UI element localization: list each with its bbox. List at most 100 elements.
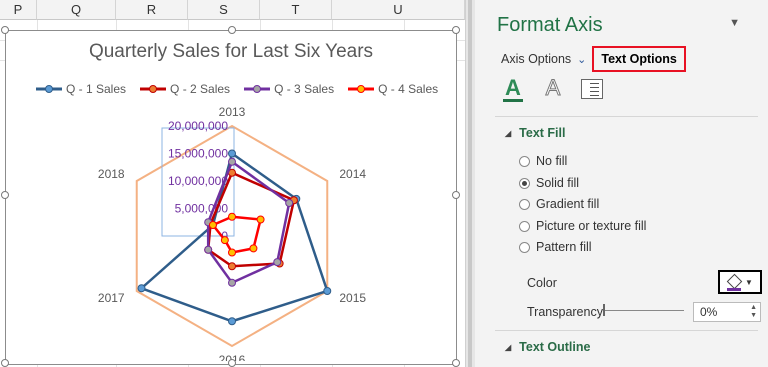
column-header-u[interactable]: U: [332, 0, 465, 20]
divider: [495, 116, 758, 117]
category-label: 2015: [339, 291, 366, 305]
radio-button-selected-icon: [519, 177, 530, 189]
series-point: [249, 244, 258, 253]
legend-item-q2[interactable]: Q - 2 Sales: [140, 79, 230, 99]
column-header-q[interactable]: Q: [37, 0, 116, 20]
column-header-r[interactable]: R: [116, 0, 188, 20]
transparency-label: Transparency: [527, 305, 603, 319]
transparency-input[interactable]: 0% ▲ ▼: [693, 302, 761, 322]
radio-gradient-fill[interactable]: Gradient fill: [519, 197, 599, 211]
font-color-picker-button[interactable]: ▼: [718, 270, 762, 294]
divider: [495, 330, 758, 331]
radio-button-icon: [519, 198, 530, 210]
series-point: [323, 287, 332, 295]
paint-bucket-icon: [727, 275, 742, 291]
section-text-outline[interactable]: ◢ Text Outline: [505, 340, 590, 354]
series-point: [137, 284, 146, 293]
format-axis-pane: Format Axis ▼ Axis Options ⌄ Text Option…: [475, 0, 768, 367]
legend-label-q1: Q - 1 Sales: [66, 82, 127, 96]
radio-gradient-fill-label: Gradient fill: [536, 197, 600, 211]
legend-item-q1[interactable]: Q - 1 Sales: [36, 79, 126, 99]
excel-window: P Q R S T U Quarterly Sales for Last Six…: [0, 0, 768, 367]
resize-handle[interactable]: [452, 359, 460, 367]
series-point: [228, 262, 236, 271]
series-point: [228, 317, 236, 326]
series-point: [228, 157, 236, 166]
radio-picture-fill[interactable]: Picture or texture fill: [519, 219, 646, 233]
series-point: [220, 236, 229, 245]
radio-no-fill-label: No fill: [536, 154, 568, 168]
pane-options-icon[interactable]: ▼: [729, 17, 740, 29]
resize-handle[interactable]: [452, 191, 460, 199]
category-label: 2014: [339, 167, 366, 181]
radar-chart[interactable]: Quarterly Sales for Last Six Years Q - 1…: [1, 26, 460, 367]
radial-tick-label: 15,000,000: [168, 147, 228, 161]
text-options-icon-row: A A: [501, 76, 605, 102]
collapse-triangle-icon: ◢: [505, 342, 512, 352]
category-label: 2013: [219, 105, 246, 119]
legend-item-q3[interactable]: Q - 3 Sales: [244, 79, 334, 99]
column-header-p[interactable]: P: [0, 0, 37, 20]
series-point: [204, 245, 213, 254]
category-label: 2018: [98, 167, 125, 181]
category-label: 2017: [98, 291, 125, 305]
color-label: Color: [527, 276, 557, 290]
transparency-slider-thumb[interactable]: [603, 304, 605, 316]
resize-handle[interactable]: [228, 359, 236, 367]
tab-text-options[interactable]: Text Options: [592, 46, 686, 72]
tab-axis-options[interactable]: Axis Options ⌄: [501, 52, 586, 66]
radial-tick-label: 20,000,000: [168, 119, 228, 133]
series-point: [228, 278, 236, 287]
series-point: [285, 199, 294, 207]
legend-swatch-q3: [244, 85, 271, 93]
series-point: [228, 149, 236, 158]
text-effects-icon[interactable]: A: [541, 76, 565, 102]
legend-swatch-q1: [36, 85, 62, 93]
radio-solid-fill[interactable]: Solid fill: [519, 176, 579, 190]
tab-axis-options-label: Axis Options: [501, 52, 572, 66]
section-text-outline-label: Text Outline: [519, 340, 591, 354]
radio-button-icon: [519, 155, 530, 167]
resize-handle[interactable]: [452, 26, 460, 34]
chart-legend[interactable]: Q - 1 Sales Q - 2 Sales Q - 3 Sales Q - …: [36, 79, 446, 99]
radio-no-fill[interactable]: No fill: [519, 154, 567, 168]
radial-tick-label: 10,000,000: [168, 174, 228, 188]
radar-plot-area[interactable]: 20,000,00015,000,00010,000,0005,000,0000…: [6, 101, 458, 361]
vertical-scrollbar[interactable]: [468, 0, 472, 367]
radio-button-icon: [519, 241, 530, 253]
textbox-icon[interactable]: [581, 78, 605, 102]
transparency-slider[interactable]: [604, 310, 684, 311]
chevron-down-icon: ⌄: [577, 53, 587, 66]
radio-pattern-fill[interactable]: Pattern fill: [519, 240, 592, 254]
chevron-down-icon: ▼: [745, 277, 753, 287]
column-header-s[interactable]: S: [188, 0, 260, 20]
series-point: [228, 212, 236, 221]
legend-item-q4[interactable]: Q - 4 Sales: [348, 79, 438, 99]
legend-label-q4: Q - 4 Sales: [378, 82, 439, 96]
legend-label-q3: Q - 3 Sales: [274, 82, 335, 96]
legend-swatch-q4: [348, 85, 375, 93]
radio-button-icon: [519, 220, 530, 232]
collapse-triangle-icon: ◢: [505, 128, 512, 138]
radio-pattern-fill-label: Pattern fill: [536, 240, 592, 254]
section-text-fill[interactable]: ◢ Text Fill: [505, 126, 565, 140]
pane-title: Format Axis: [497, 14, 603, 36]
transparency-value: 0%: [700, 305, 718, 319]
radio-solid-fill-label: Solid fill: [536, 176, 580, 190]
resize-handle[interactable]: [1, 191, 9, 199]
radio-picture-fill-label: Picture or texture fill: [536, 219, 647, 233]
chart-title[interactable]: Quarterly Sales for Last Six Years: [6, 41, 456, 63]
worksheet-grid[interactable]: P Q R S T U Quarterly Sales for Last Six…: [0, 0, 465, 367]
resize-handle[interactable]: [1, 26, 9, 34]
resize-handle[interactable]: [1, 359, 9, 367]
series-point: [208, 221, 217, 229]
series-point: [228, 248, 236, 257]
series-point: [256, 215, 265, 224]
column-header-t[interactable]: T: [260, 0, 332, 20]
text-fill-outline-icon[interactable]: A: [501, 77, 525, 102]
spinner-arrows-icon[interactable]: ▲ ▼: [750, 304, 757, 320]
legend-label-q2: Q - 2 Sales: [170, 82, 231, 96]
legend-swatch-q2: [140, 85, 167, 93]
resize-handle[interactable]: [228, 26, 236, 34]
pane-tabs: Axis Options ⌄ Text Options: [501, 46, 686, 72]
